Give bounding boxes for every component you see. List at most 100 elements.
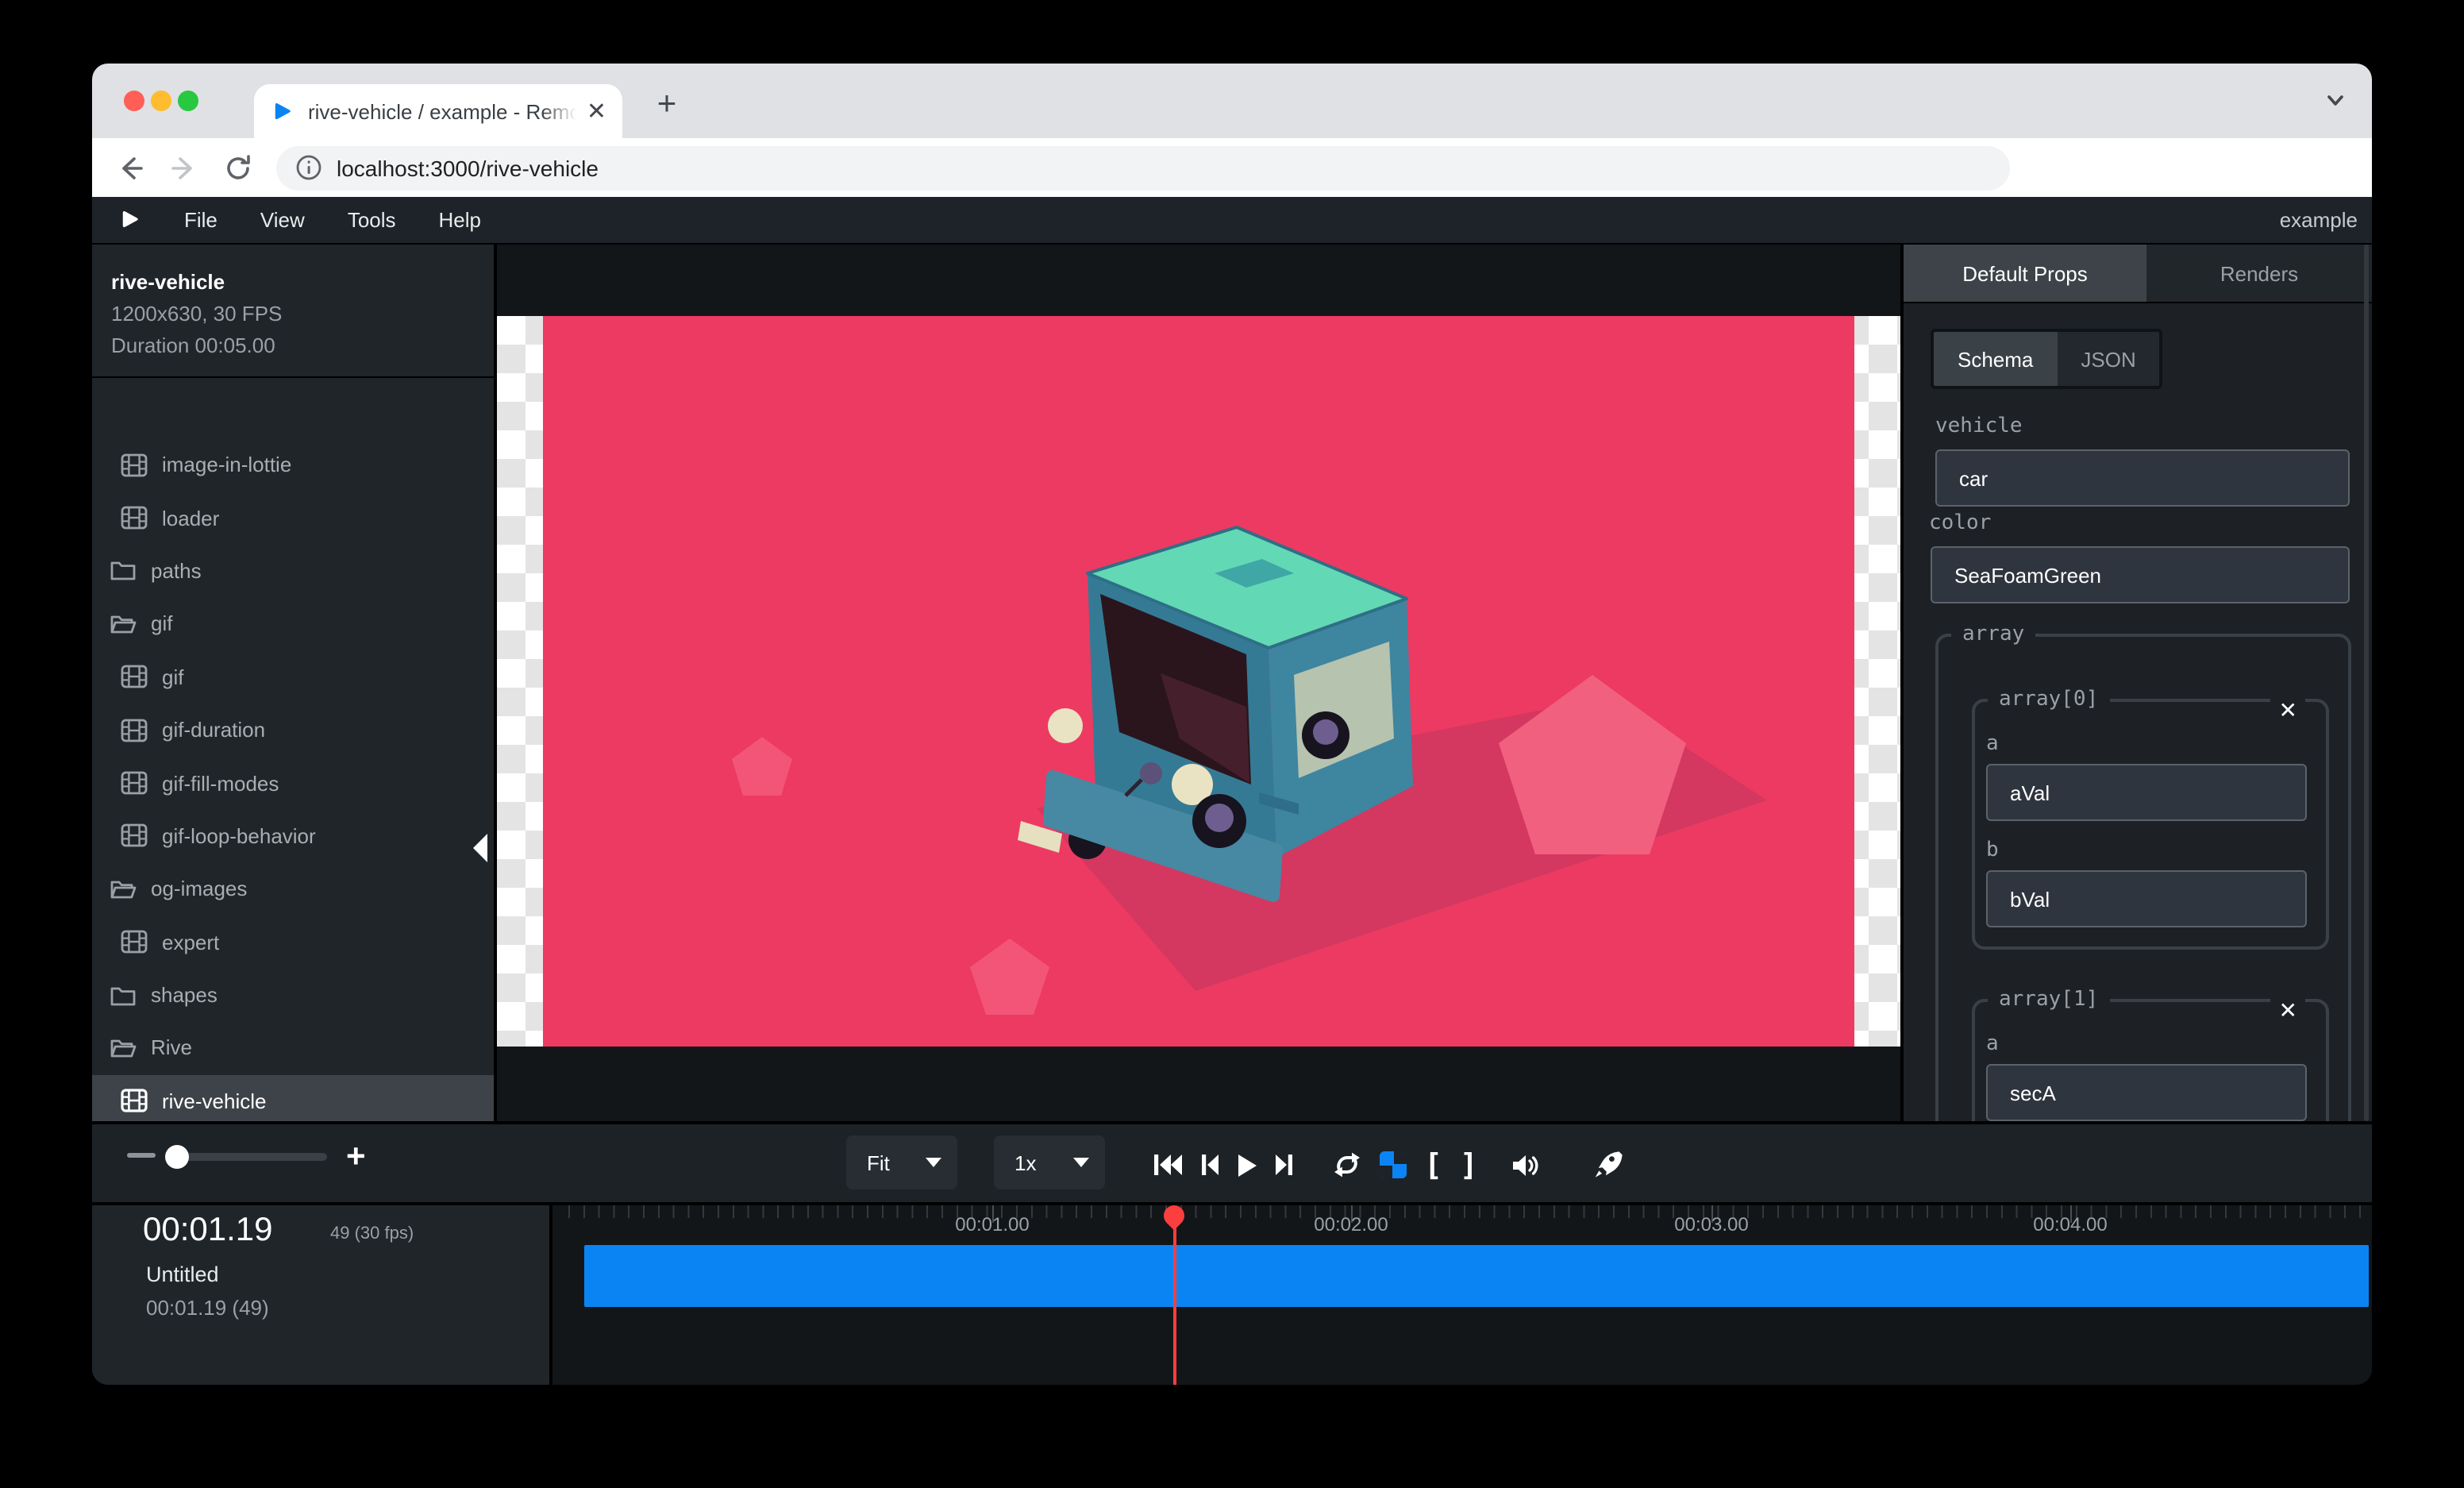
minimize-window-button[interactable] [151,91,171,111]
transparency-toggle-button[interactable] [1380,1151,1407,1178]
canvas-zoom-slider[interactable] [168,1152,327,1160]
loop-toggle-button[interactable] [1332,1151,1362,1178]
sidebar-item-label: shapes [151,983,218,1007]
new-tab-button[interactable]: + [645,83,689,127]
sidebar-collapse-arrow-icon[interactable] [473,834,487,862]
tab-search-chevron-icon[interactable] [2324,89,2347,111]
screen: rive-vehicle / example - Remot ✕ + [0,0,2464,1488]
folder-open-icon [110,611,137,637]
speed-dropdown[interactable]: 1x [994,1135,1105,1189]
ruler-label: 00:03.00 [1674,1213,1748,1236]
track-duration: 00:01.19 (49) [146,1296,269,1320]
timeline-header: 00:01.19 49 (30 fps) Untitled 00:01.19 (… [92,1205,552,1385]
sidebar-folder-rive[interactable]: Rive [92,1022,494,1075]
sidebar-item-gif[interactable]: gif [92,650,494,704]
zoom-window-button[interactable] [178,91,198,111]
folder-open-icon [110,877,137,902]
sidebar-item-loader[interactable]: loader [92,492,494,545]
rocket-button[interactable] [1592,1150,1623,1180]
sidebar-item-label: gif-loop-behavior [162,824,316,848]
fit-dropdown[interactable]: Fit [846,1135,957,1189]
remove-array-1-icon[interactable]: ✕ [2271,994,2305,1026]
reload-icon[interactable] [222,152,254,183]
ruler-label: 00:01.00 [955,1213,1029,1236]
sidebar-folder-paths[interactable]: paths [92,545,494,598]
array-fieldset: array array[0] ✕ a b array[1] ✕ a [1935,623,2351,1121]
film-icon [121,823,148,849]
sidebar-item-label: loader [162,506,219,530]
composition-resolution: 1200x630, 30 FPS [111,302,494,326]
sidebar-item-image-in-lottie[interactable]: image-in-lottie [92,438,494,492]
sidebar-item-gif-loop-behavior[interactable]: gif-loop-behavior [92,809,494,862]
back-icon[interactable] [114,152,146,183]
playhead-line[interactable] [1173,1218,1176,1385]
remove-array-0-icon[interactable]: ✕ [2271,694,2305,726]
film-icon [121,505,148,530]
tab-renders[interactable]: Renders [2146,245,2372,302]
volume-button[interactable] [1511,1152,1542,1178]
toggle-schema[interactable]: Schema [1934,332,2057,386]
previous-frame-button[interactable] [1200,1153,1219,1177]
timeline-track-bar[interactable] [584,1245,2369,1307]
url-field[interactable]: localhost:3000/rive-vehicle [276,145,2010,190]
app-menu-bar: File View Tools Help example [92,197,2372,245]
array-1-a-input[interactable] [1986,1064,2307,1121]
field-label-b: b [1986,838,2326,862]
zoom-slider-thumb[interactable] [165,1144,189,1168]
color-input[interactable] [1931,546,2350,603]
forward-icon[interactable] [168,152,200,183]
folder-open-icon [110,1035,137,1061]
sidebar-item-label: rive-vehicle [162,1089,267,1113]
sidebar-folder-shapes[interactable]: shapes [92,969,494,1022]
menu-help[interactable]: Help [439,208,482,232]
vehicle-input[interactable] [1935,449,2350,507]
ruler-label: 00:04.00 [2033,1213,2107,1236]
folder-icon [110,558,137,584]
sidebar-item-expert[interactable]: expert [92,916,494,969]
sidebar-item-gif-fill-modes[interactable]: gif-fill-modes [92,757,494,810]
sidebar-folder-gif[interactable]: gif [92,597,494,650]
compositions-sidebar: rive-vehicle 1200x630, 30 FPS Duration 0… [92,245,497,1121]
speed-dropdown-label: 1x [1014,1151,1073,1174]
field-label-vehicle: vehicle [1935,414,2023,438]
next-frame-button[interactable] [1275,1153,1294,1177]
sidebar-item-label: gif [162,665,183,689]
timeline-ruler[interactable]: 00:01.00 00:02.00 00:03.00 00:04.00 [552,1205,2372,1248]
film-icon [121,1089,148,1114]
in-point-button[interactable]: [ [1424,1147,1442,1182]
remotion-favicon-icon [270,99,294,123]
sidebar-item-label: og-images [151,877,247,901]
zoom-out-button[interactable] [127,1153,156,1158]
tab-default-props[interactable]: Default Props [1904,245,2146,302]
close-window-button[interactable] [124,91,144,111]
tab-close-icon[interactable]: ✕ [587,97,606,125]
menu-file[interactable]: File [184,208,218,232]
props-panel-scrollbar[interactable] [2364,245,2369,1121]
url-text: localhost:3000/rive-vehicle [337,155,599,180]
site-info-icon[interactable] [295,154,322,181]
sidebar-item-label: image-in-lottie [162,453,291,476]
sidebar-folder-og-images[interactable]: og-images [92,862,494,916]
sidebar-item-label: Rive [151,1036,192,1060]
sidebar-item-rive-vehicle[interactable]: rive-vehicle [92,1074,494,1128]
zoom-in-button[interactable]: + [346,1139,366,1177]
sidebar-item-gif-duration[interactable]: gif-duration [92,704,494,757]
play-button[interactable] [1237,1152,1257,1178]
array-1-label: array[1] [1988,988,2109,1012]
skip-to-start-button[interactable] [1153,1153,1183,1177]
toggle-json[interactable]: JSON [2057,332,2159,386]
menu-tools[interactable]: Tools [348,208,396,232]
out-point-button[interactable]: ] [1460,1147,1478,1182]
film-icon [121,717,148,742]
preview-canvas [497,245,1900,1121]
menu-view[interactable]: View [260,208,305,232]
props-panel: Default Props Renders Schema JSON vehicl… [1900,245,2372,1121]
remotion-logo-icon[interactable] [117,208,141,232]
sidebar-divider [92,376,494,378]
array-0-b-input[interactable] [1986,870,2307,927]
film-icon [121,665,148,690]
browser-tab[interactable]: rive-vehicle / example - Remot ✕ [254,84,622,138]
main-area: rive-vehicle 1200x630, 30 FPS Duration 0… [92,245,2372,1121]
field-label-a: a [1986,1032,2326,1056]
array-0-a-input[interactable] [1986,764,2307,821]
